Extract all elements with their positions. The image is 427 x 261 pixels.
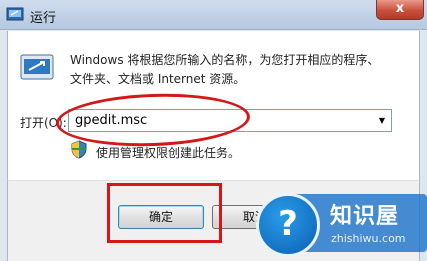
watermark-url: zhishiwu.com (331, 232, 406, 245)
watermark-badge: ? (256, 193, 320, 257)
close-icon: x (395, 1, 405, 16)
run-app-icon (6, 7, 24, 21)
watermark-title: 知识屋 (330, 204, 400, 229)
window-title: 运行 (30, 11, 57, 26)
shield-icon (71, 140, 87, 159)
close-button[interactable]: x (376, 0, 424, 20)
chevron-down-icon[interactable]: ▼ (373, 110, 391, 131)
description-line-2: 文件夹、文档或 Internet 资源。 (70, 72, 246, 86)
admin-note-text: 使用管理权限创建此任务。 (96, 146, 241, 160)
run-program-icon (20, 54, 54, 80)
dialog-description: Windows 将根据您所输入的名称，为您打开相应的程序、 文件夹、文档或 In… (70, 51, 400, 89)
description-line-1: Windows 将根据您所输入的名称，为您打开相应的程序、 (70, 53, 380, 67)
title-bar: 运行 x (0, 0, 427, 30)
highlight-rectangle (107, 183, 222, 243)
